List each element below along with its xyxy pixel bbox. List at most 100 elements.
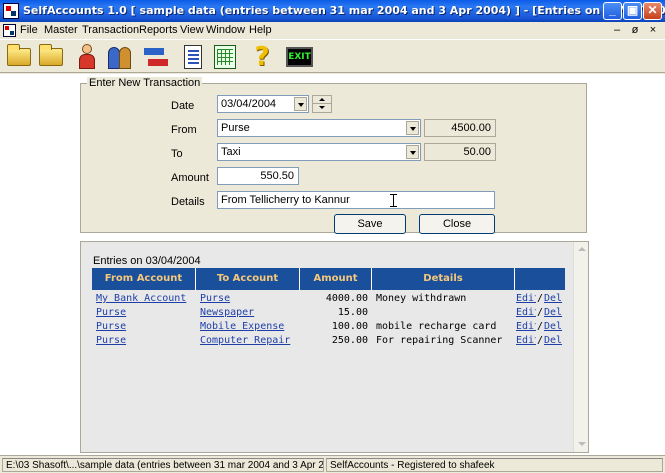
spreadsheet-icon[interactable] [210,42,240,72]
table-row: Purse Computer Repair 250.00 For repairi… [92,334,565,348]
menu-bar: File Master Transaction Reports View Win… [0,22,665,39]
minimize-button[interactable]: _ [603,2,622,20]
menu-help[interactable]: Help [249,24,272,36]
row-edit-link[interactable]: Edit [516,306,536,320]
row-amount: 100.00 [331,321,368,332]
row-amount: 4000.00 [325,293,368,304]
transfer-arrows-icon[interactable] [141,42,171,72]
status-bar: E:\03 Shasoft\...\sample data (entries b… [0,455,665,473]
document-icon[interactable] [178,42,208,72]
menu-file[interactable]: File [20,24,38,36]
row-to-account-link[interactable]: Newspaper [200,306,298,320]
row-edit-link[interactable]: Edit [516,334,536,348]
mdi-minimize-button[interactable]: – [610,23,624,37]
row-details: For repairing Scanner [376,335,503,346]
details-input[interactable]: From Tellicherry to Kannur [217,191,495,209]
mdi-restore-button[interactable]: ø [628,23,642,37]
from-balance: 4500.00 [424,119,496,137]
row-delete-link[interactable]: Del [544,334,564,348]
scroll-up-icon[interactable] [575,243,588,256]
details-value: From Tellicherry to Kannur [221,194,350,206]
row-to-account-link[interactable]: Computer Repair [200,334,298,348]
to-account-select[interactable]: Taxi [217,143,421,161]
row-delete-link[interactable]: Del [544,320,564,334]
row-details [376,306,514,320]
menu-transaction[interactable]: Transaction [82,24,139,36]
table-row: Purse Newspaper 15.00 Edit / Del [92,306,565,320]
text-cursor-icon [390,194,397,207]
document-window-icon[interactable] [3,24,16,37]
column-details: Details [372,268,515,290]
row-from-account-link[interactable]: Purse [96,334,194,348]
to-dropdown-icon[interactable] [406,145,419,159]
title-bar[interactable]: SelfAccounts 1.0 [ sample data (entries … [0,0,665,22]
app-icon[interactable] [3,3,19,19]
row-separator: / [537,293,543,304]
menu-reports[interactable]: Reports [139,24,178,36]
table-header: From Account To Account Amount Details [92,268,565,290]
person-icon[interactable] [72,42,102,72]
row-from-account-link[interactable]: Purse [96,320,194,334]
row-to-account-link[interactable]: Purse [200,292,298,306]
date-dropdown-icon[interactable] [294,97,307,111]
details-label: Details [171,196,205,208]
folder-icon[interactable] [36,42,66,72]
toolbar: ? EXIT [0,39,665,73]
spin-down-icon[interactable] [313,104,331,112]
column-to-account: To Account [196,268,300,290]
scroll-down-icon[interactable] [575,438,588,451]
row-from-account-link[interactable]: Purse [96,306,194,320]
row-separator: / [537,307,543,318]
new-transaction-group: Enter New Transaction Date 03/04/2004 Fr… [80,77,587,234]
amount-label: Amount [171,172,209,184]
group-title: Enter New Transaction [87,77,203,89]
status-registration: SelfAccounts - Registered to shafeek [326,458,663,472]
entries-panel: Entries on 03/04/2004 From Account To Ac… [80,241,589,453]
row-amount: 15.00 [337,307,368,318]
mdi-close-button[interactable]: × [646,23,660,37]
to-balance: 50.00 [424,143,496,161]
from-account-value: Purse [221,122,250,134]
to-account-value: Taxi [221,146,241,158]
table-row: My Bank Account Purse 4000.00 Money with… [92,292,565,306]
from-dropdown-icon[interactable] [406,121,419,135]
folder-open-icon[interactable] [4,42,34,72]
row-delete-link[interactable]: Del [544,306,564,320]
table-row: Purse Mobile Expense 100.00 mobile recha… [92,320,565,334]
save-button[interactable]: Save [334,214,406,234]
date-spinner[interactable] [312,95,332,113]
people-icon[interactable] [104,42,134,72]
entries-scrollbar[interactable] [573,242,588,452]
exit-icon[interactable]: EXIT [284,42,314,72]
date-picker[interactable]: 03/04/2004 [217,95,309,113]
entries-title: Entries on 03/04/2004 [93,255,201,267]
close-button[interactable]: ✕ [643,2,662,20]
row-to-account-link[interactable]: Mobile Expense [200,320,298,334]
menu-master[interactable]: Master [44,24,78,36]
column-actions [515,268,565,290]
window-title: SelfAccounts 1.0 [ sample data (entries … [23,4,665,17]
status-file-path: E:\03 Shasoft\...\sample data (entries b… [2,458,324,472]
row-delete-link[interactable]: Del [544,292,564,306]
column-from-account: From Account [92,268,196,290]
menu-window[interactable]: Window [206,24,245,36]
row-from-account-link[interactable]: My Bank Account [96,292,194,306]
row-edit-link[interactable]: Edit [516,292,536,306]
row-separator: / [537,335,543,346]
row-amount: 250.00 [331,335,368,346]
close-form-button[interactable]: Close [419,214,495,234]
spin-up-icon[interactable] [313,96,331,104]
from-account-select[interactable]: Purse [217,119,421,137]
exit-label: EXIT [286,47,313,67]
date-value: 03/04/2004 [221,98,277,110]
date-label: Date [171,100,195,112]
restore-button[interactable]: ▣ [623,2,642,20]
help-icon[interactable]: ? [247,42,277,72]
row-edit-link[interactable]: Edit [516,320,536,334]
menu-view[interactable]: View [180,24,204,36]
amount-input[interactable]: 550.50 [217,167,299,185]
row-details: Money withdrawn [376,293,467,304]
mdi-client-area: Enter New Transaction Date 03/04/2004 Fr… [0,74,665,455]
column-amount: Amount [300,268,372,290]
from-label: From [171,124,197,136]
